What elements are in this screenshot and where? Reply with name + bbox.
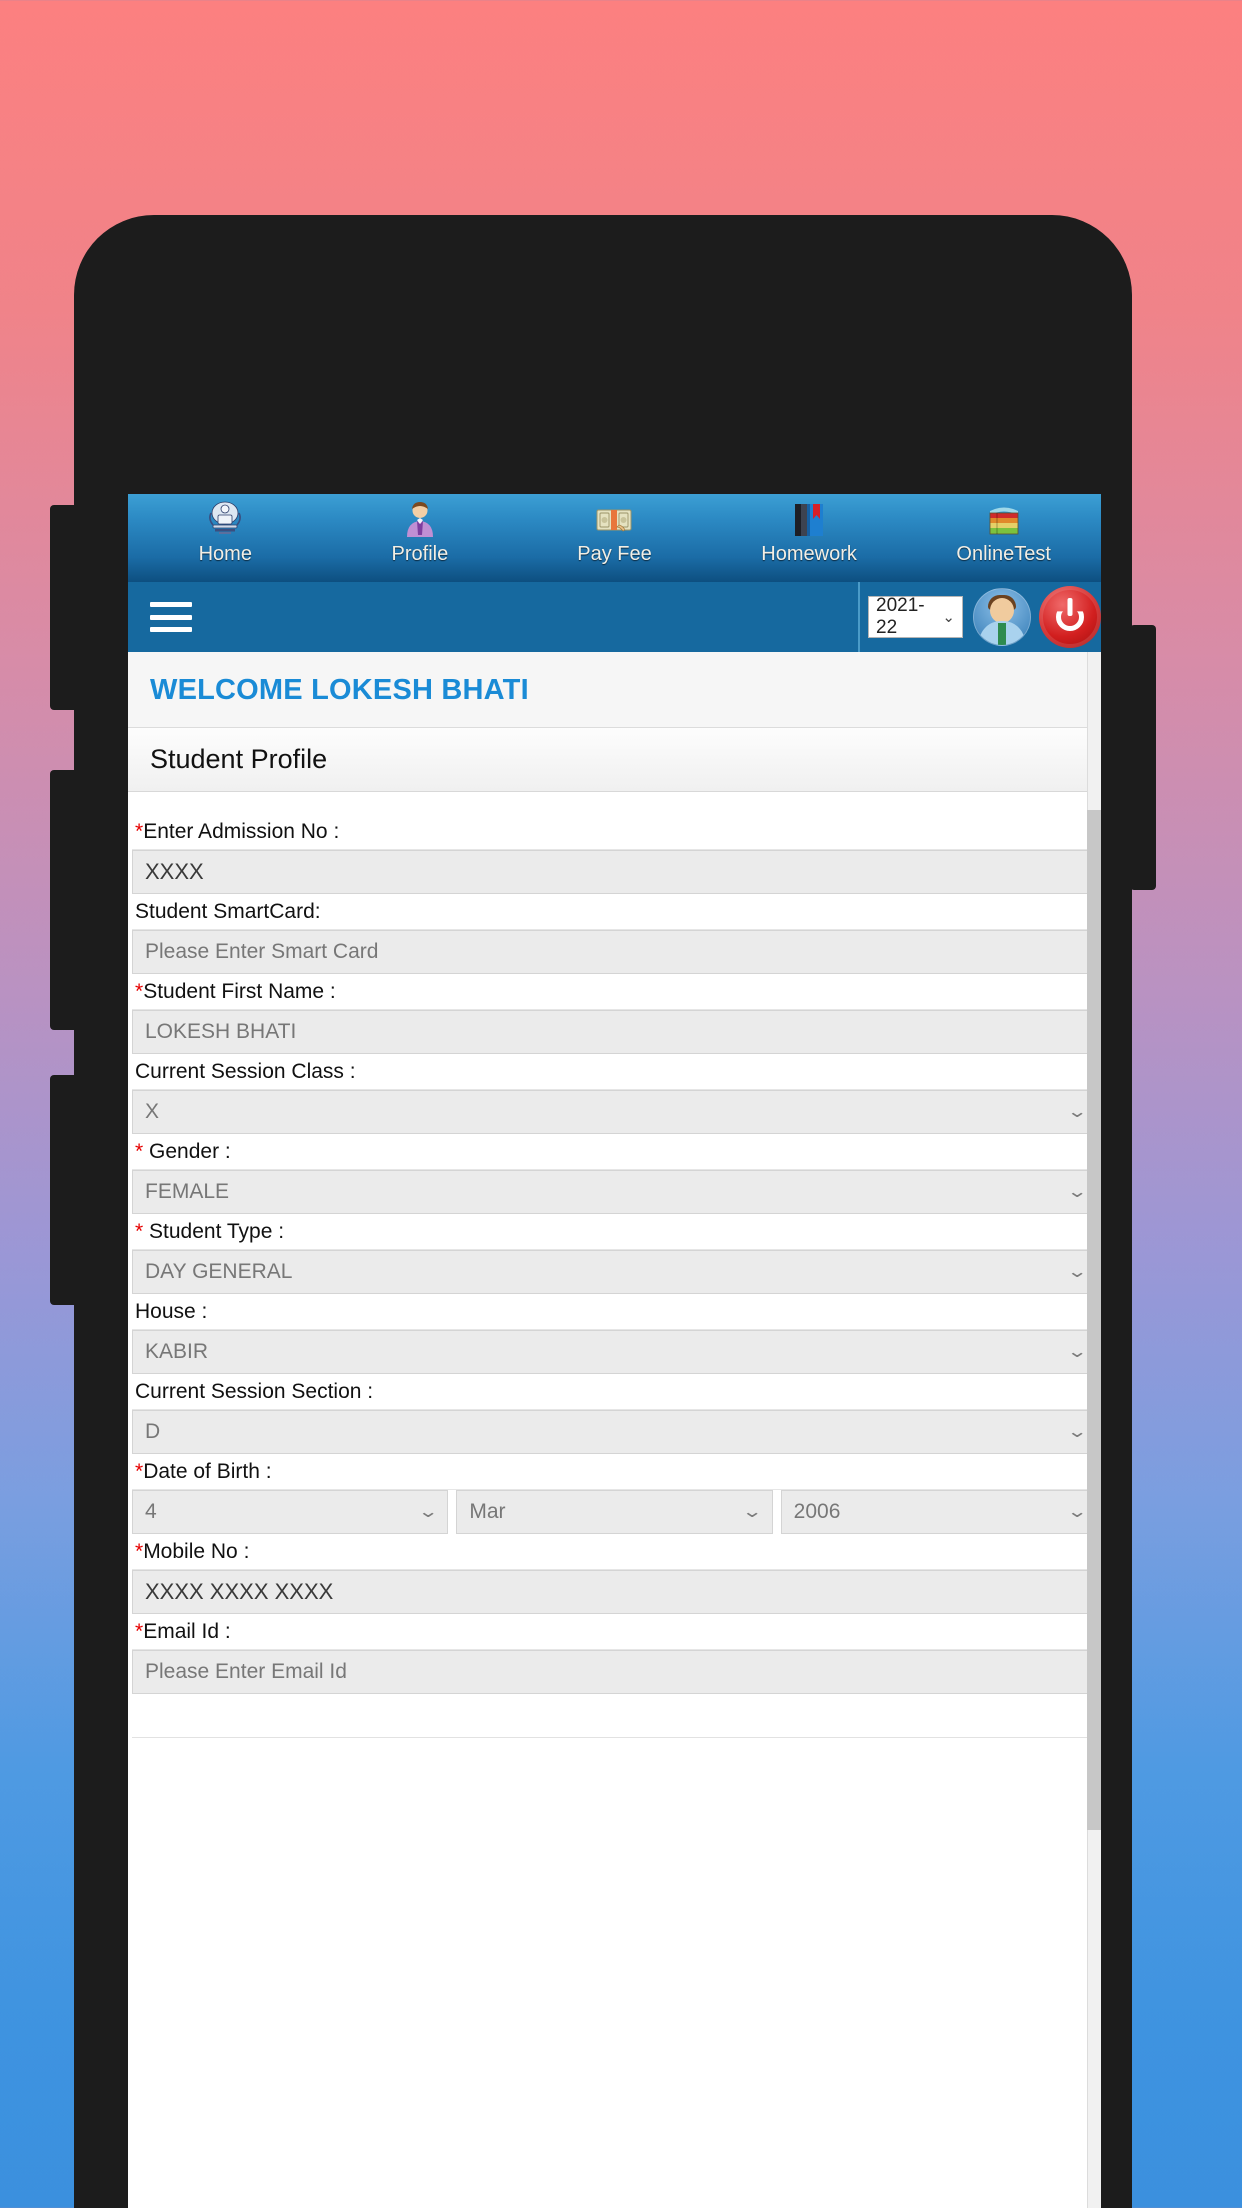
chevron-down-icon: ⌄ [741, 1502, 764, 1521]
dob-year-select[interactable]: 2006 ⌄ [780, 1490, 1097, 1534]
house-select[interactable]: KABIR ⌄ [132, 1330, 1097, 1374]
dob-day-select[interactable]: 4 ⌄ [132, 1490, 449, 1534]
student-type-select[interactable]: DAY GENERAL ⌄ [132, 1250, 1097, 1294]
gender-select[interactable]: FEMALE ⌄ [132, 1170, 1097, 1214]
dob-month-value: Mar [469, 1500, 506, 1523]
chevron-down-icon: ⌄ [1066, 1342, 1088, 1361]
avatar-tie [998, 623, 1006, 645]
nav-item-home[interactable]: Home [128, 494, 323, 582]
label-admission-no: *Enter Admission No : [132, 814, 1097, 850]
welcome-text: WELCOME LOKESH BHATI [150, 674, 529, 706]
session-section-value: D [145, 1420, 161, 1443]
required-asterisk: * [135, 1140, 144, 1163]
dob-month-select[interactable]: Mar ⌄ [456, 1490, 773, 1534]
money-icon [592, 499, 636, 541]
phone-screen: Home Profile Pay Fee Homework OnlineTest… [128, 494, 1101, 2208]
required-asterisk: * [135, 1540, 144, 1563]
chevron-down-icon: ⌄ [1066, 1102, 1088, 1121]
first-name-input[interactable]: LOKESH BHATI [132, 1010, 1097, 1054]
dob-day-value: 4 [145, 1500, 157, 1523]
session-class-value: X [145, 1100, 160, 1123]
dob-year-value: 2006 [793, 1500, 841, 1523]
page-scrollbar-track[interactable] [1087, 652, 1101, 2208]
logout-power-button[interactable] [1039, 586, 1101, 648]
toolbar-right-group: 2021-22 ⌄ [858, 582, 1101, 652]
mobile-no-value: XXXX XXXX XXXX [145, 1579, 334, 1604]
label-session-class: Current Session Class : [132, 1054, 1097, 1090]
hamburger-line [150, 602, 192, 607]
avatar-head [990, 598, 1014, 623]
nav-label-profile: Profile [391, 543, 449, 565]
required-asterisk: * [135, 1460, 144, 1483]
nav-label-pay-fee: Pay Fee [577, 543, 652, 565]
phone-volume-up-button[interactable] [50, 770, 78, 1030]
page-title: Student Profile [150, 744, 328, 774]
phone-power-button[interactable] [1130, 625, 1156, 890]
hamburger-icon[interactable] [150, 602, 192, 632]
label-house: House : [132, 1294, 1097, 1330]
email-id-input[interactable]: Please Enter Email Id [132, 1650, 1097, 1694]
label-email-id: *Email Id : [132, 1614, 1097, 1650]
chevron-down-icon: ⌄ [1066, 1422, 1088, 1441]
date-of-birth-row: 4 ⌄ Mar ⌄ 2006 ⌄ [132, 1490, 1097, 1534]
top-navigation-bar: Home Profile Pay Fee Homework OnlineTest [128, 494, 1101, 582]
required-asterisk: * [135, 820, 144, 843]
session-year-value: 2021-22 [876, 595, 925, 638]
books-bookmark-icon [787, 499, 831, 541]
page-title-bar: Student Profile [128, 728, 1101, 792]
admission-no-input[interactable]: XXXX [132, 850, 1097, 894]
hamburger-line [150, 627, 192, 632]
student-profile-form: *Enter Admission No : XXXX Student Smart… [128, 792, 1101, 1738]
label-mobile-no: *Mobile No : [132, 1534, 1097, 1570]
nav-item-online-test[interactable]: OnlineTest [906, 494, 1101, 582]
nav-label-online-test: OnlineTest [956, 543, 1051, 565]
nav-item-homework[interactable]: Homework [712, 494, 907, 582]
emblem-icon [203, 499, 247, 541]
nav-item-pay-fee[interactable]: Pay Fee [517, 494, 712, 582]
session-section-select[interactable]: D ⌄ [132, 1410, 1097, 1454]
person-icon [398, 499, 442, 541]
book-stack-icon [982, 499, 1026, 541]
smart-card-input[interactable]: Please Enter Smart Card [132, 930, 1097, 974]
label-first-name: *Student First Name : [132, 974, 1097, 1010]
chevron-down-icon: ⌄ [1066, 1182, 1088, 1201]
phone-volume-down-button[interactable] [50, 1075, 78, 1305]
hamburger-line [150, 614, 192, 620]
label-date-of-birth: *Date of Birth : [132, 1454, 1097, 1490]
nav-label-homework: Homework [761, 543, 857, 565]
student-type-value: DAY GENERAL [145, 1260, 293, 1283]
page-scrollbar-thumb[interactable] [1087, 810, 1101, 1830]
app-toolbar: 2021-22 ⌄ [128, 582, 1101, 652]
user-avatar-icon[interactable] [973, 588, 1031, 646]
welcome-banner: WELCOME LOKESH BHATI [128, 652, 1101, 728]
smart-card-placeholder: Please Enter Smart Card [145, 940, 379, 963]
required-asterisk: * [135, 980, 144, 1003]
label-smart-card: Student SmartCard: [132, 894, 1097, 930]
power-icon-bar [1067, 598, 1073, 616]
email-id-placeholder: Please Enter Email Id [145, 1660, 347, 1683]
chevron-down-icon: ⌄ [1066, 1502, 1088, 1521]
session-class-select[interactable]: X ⌄ [132, 1090, 1097, 1134]
form-spacer-row [132, 1694, 1097, 1738]
mobile-no-input[interactable]: XXXX XXXX XXXX [132, 1570, 1097, 1614]
house-value: KABIR [145, 1340, 209, 1363]
gender-value: FEMALE [145, 1180, 230, 1203]
session-year-dropdown[interactable]: 2021-22 ⌄ [868, 595, 963, 638]
admission-no-value: XXXX [145, 859, 204, 884]
phone-mute-button[interactable] [50, 505, 78, 710]
chevron-down-icon: ⌄ [417, 1502, 439, 1521]
label-session-section: Current Session Section : [132, 1374, 1097, 1410]
chevron-down-icon: ⌄ [1066, 1262, 1088, 1281]
nav-item-profile[interactable]: Profile [323, 494, 518, 582]
chevron-down-icon: ⌄ [942, 609, 955, 626]
required-asterisk: * [135, 1620, 144, 1643]
label-gender: * Gender : [132, 1134, 1097, 1170]
first-name-value: LOKESH BHATI [145, 1020, 297, 1043]
required-asterisk: * [135, 1220, 144, 1243]
nav-label-home: Home [198, 543, 252, 565]
label-student-type: * Student Type : [132, 1214, 1097, 1250]
